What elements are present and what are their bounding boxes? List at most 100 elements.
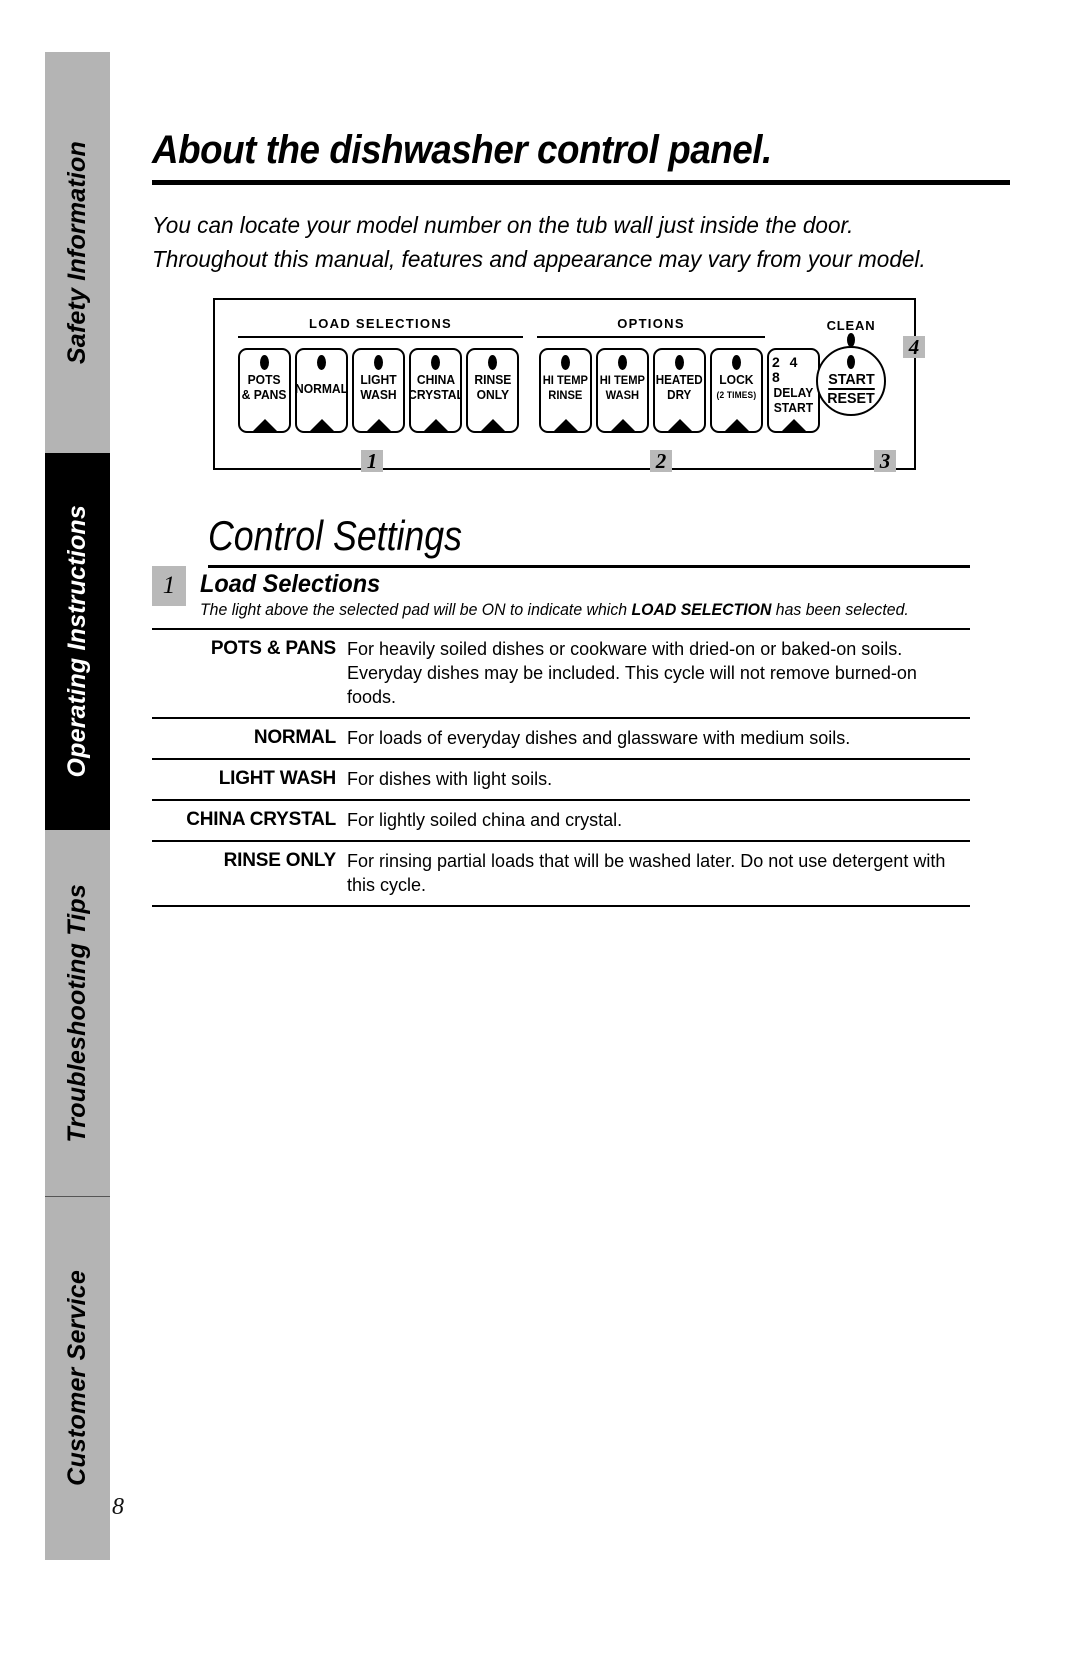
pad-normal[interactable]: NORMAL [295,348,348,433]
clean-indicator-label: CLEAN [826,318,876,333]
pad-label-line2: START [773,399,814,415]
pad-hi-temp-wash[interactable]: HI TEMP WASH [596,348,649,433]
pad-notch-icon [552,419,579,431]
sidebar-tabs: Safety Information Operating Instruction… [45,52,110,1560]
desc-normal: For loads of everyday dishes and glasswa… [345,717,970,759]
load-selections-table: POTS & PANS For heavily soiled dishes or… [152,628,970,907]
table-row: LIGHT WASH For dishes with light soils. [152,758,970,800]
sidebar-item-customer-service[interactable]: Customer Service [45,1196,110,1560]
table-row: CHINA CRYSTAL For lightly soiled china a… [152,799,970,841]
pad-label-line1: HI TEMP [599,373,646,387]
group-rule-options [537,336,765,338]
subtitle-pre: The light above the selected pad will be… [200,601,632,619]
sidebar-item-label: Operating Instructions [63,505,91,778]
pad-hi-temp-rinse[interactable]: HI TEMP RINSE [539,348,592,433]
pad-notch-icon [365,419,392,431]
pad-lock[interactable]: LOCK (2 TIMES) [710,348,763,433]
pad-led-icon [561,355,570,370]
pad-led-icon [374,355,383,370]
pad-row: POTS & PANS NORMAL LIGHT WASH CHINA CRYS… [238,348,820,433]
pad-label-line1: HI TEMP [542,373,589,387]
pad-label-line1: CHINA [416,372,455,387]
intro-line-2: Throughout this manual, features and app… [152,246,926,272]
pad-label-line2: RINSE [548,387,583,402]
pad-led-icon [317,355,326,370]
section-number-badge: 1 [152,566,186,606]
pad-led-icon [488,355,497,370]
group-heading-options: OPTIONS [617,316,685,331]
pad-pots-and-pans[interactable]: POTS & PANS [238,348,291,433]
table-row: RINSE ONLY For rinsing partial loads tha… [152,840,970,907]
term-normal: NORMAL [152,717,345,759]
pad-notch-icon [479,419,506,431]
desc-rinse-only: For rinsing partial loads that will be w… [345,840,970,907]
pad-label-line2: CRYSTAL [409,386,462,402]
pad-heated-dry[interactable]: HEATED DRY [653,348,706,433]
pad-label-line1: DELAY [773,385,814,400]
pad-label-line2: & PANS [242,386,287,402]
pad-led-icon [675,355,684,370]
pad-label-line1: NORMAL [295,381,348,396]
pad-notch-icon [780,419,807,431]
group-heading-load-selections: LOAD SELECTIONS [308,316,452,331]
page-number: 8 [112,1494,124,1520]
subsection-title-load-selections: Load Selections [200,570,381,598]
pad-label-line1: POTS [248,372,281,387]
subtitle-post: has been selected. [771,601,909,619]
pad-label-line1: LIGHT [360,372,397,387]
subtitle-emphasis: LOAD SELECTION [631,601,772,619]
pad-label-line1: HEATED [656,373,703,387]
sidebar-item-safety-information[interactable]: Safety Information [45,52,110,453]
sidebar-item-label: Customer Service [63,1270,91,1486]
pad-notch-icon [308,419,335,431]
subsection-subtitle: The light above the selected pad will be… [200,601,968,620]
pad-delay-start[interactable]: 2 4 8 DELAY START [767,348,820,433]
callout-badge-1: 1 [361,450,383,472]
intro-line-1: You can locate your model number on the … [152,212,854,238]
pad-label-line2: WASH [360,386,397,402]
start-led-icon [847,355,855,369]
pad-led-icon [431,355,440,370]
term-china-crystal: CHINA CRYSTAL [152,799,345,841]
table-row: POTS & PANS For heavily soiled dishes or… [152,628,970,718]
desc-light-wash: For dishes with light soils. [345,758,970,800]
table-row: NORMAL For loads of everyday dishes and … [152,717,970,759]
intro-paragraph: You can locate your model number on the … [152,208,987,276]
pad-label-line2: WASH [605,387,640,402]
sidebar-item-troubleshooting-tips[interactable]: Troubleshooting Tips [45,830,110,1196]
pad-label-line1: LOCK [719,372,754,387]
pad-notch-icon [251,419,278,431]
title-rule [152,180,1010,185]
manual-page: Safety Information Operating Instruction… [0,0,1080,1669]
sidebar-item-operating-instructions[interactable]: Operating Instructions [45,453,110,830]
section-heading-control-settings: Control Settings [208,512,463,559]
term-rinse-only: RINSE ONLY [152,840,345,907]
callout-badge-2: 2 [650,450,672,472]
pad-notch-icon [666,419,693,431]
sidebar-divider [45,1196,110,1197]
sidebar-item-label: Safety Information [63,140,91,365]
pad-label-line2: DRY [667,387,692,402]
pad-label-line2: (2 TIMES) [716,389,757,400]
term-pots-and-pans: POTS & PANS [152,628,345,718]
pad-led-icon [260,355,269,370]
pad-notch-icon [609,419,636,431]
sidebar-item-label: Troubleshooting Tips [63,883,91,1143]
start-reset-button[interactable]: START RESET [816,346,886,416]
pad-rinse-only[interactable]: RINSE ONLY [466,348,519,433]
pad-light-wash[interactable]: LIGHT WASH [352,348,405,433]
clean-led-icon [847,333,855,347]
desc-pots-and-pans: For heavily soiled dishes or cookware wi… [345,628,970,718]
pad-label-line1: RINSE [474,372,511,387]
pad-led-icon [618,355,627,370]
pad-notch-icon [723,419,750,431]
pad-led-icon [732,355,741,370]
term-light-wash: LIGHT WASH [152,758,345,800]
group-rule-load-selections [238,336,523,338]
callout-badge-4: 4 [903,336,925,358]
desc-china-crystal: For lightly soiled china and crystal. [345,799,970,841]
pad-delay-digits: 2 4 8 [772,354,801,385]
pad-china-crystal[interactable]: CHINA CRYSTAL [409,348,462,433]
callout-badge-3: 3 [874,450,896,472]
reset-label: RESET [827,390,875,407]
